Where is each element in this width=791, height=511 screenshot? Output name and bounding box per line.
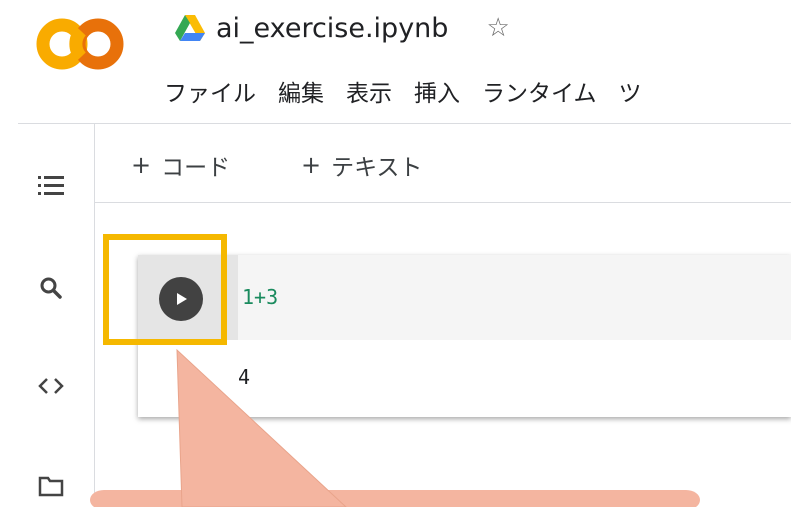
folder-icon[interactable] xyxy=(33,468,69,504)
table-of-contents-icon[interactable] xyxy=(33,168,69,204)
add-text-label: テキスト xyxy=(331,155,423,181)
google-drive-icon[interactable] xyxy=(174,13,206,43)
code-snippets-icon[interactable] xyxy=(33,368,69,404)
menu-edit[interactable]: 編集 xyxy=(278,74,324,108)
cell-input-area[interactable]: 1+3 xyxy=(138,255,791,340)
menu-insert[interactable]: 挿入 xyxy=(414,74,460,108)
add-code-button[interactable]: + コード xyxy=(131,148,230,182)
menu-view[interactable]: 表示 xyxy=(346,74,392,108)
menu-file[interactable]: ファイル xyxy=(164,74,256,108)
menu-bar: ファイル 編集 表示 挿入 ランタイム ツ xyxy=(164,74,664,108)
plus-icon: + xyxy=(131,151,152,179)
add-code-label: コード xyxy=(161,155,231,181)
cell-code[interactable]: 1+3 xyxy=(242,285,278,309)
plus-icon: + xyxy=(301,151,322,179)
notebook-title[interactable]: ai_exercise.ipynb xyxy=(216,13,448,44)
colab-logo[interactable] xyxy=(36,14,128,74)
star-outline-icon[interactable]: ☆ xyxy=(486,13,509,43)
cell-output: 4 xyxy=(238,365,251,389)
notebook-toolbar: + コード + テキスト xyxy=(95,124,791,203)
menu-runtime[interactable]: ランタイム xyxy=(482,74,597,108)
menu-tools[interactable]: ツ xyxy=(619,74,642,108)
run-button-highlight xyxy=(103,234,227,345)
notebook-title-row: ai_exercise.ipynb ☆ xyxy=(174,8,510,48)
search-icon[interactable] xyxy=(33,270,69,306)
add-text-button[interactable]: + テキスト xyxy=(301,148,422,182)
code-cell[interactable]: 1+3 4 xyxy=(138,255,791,417)
